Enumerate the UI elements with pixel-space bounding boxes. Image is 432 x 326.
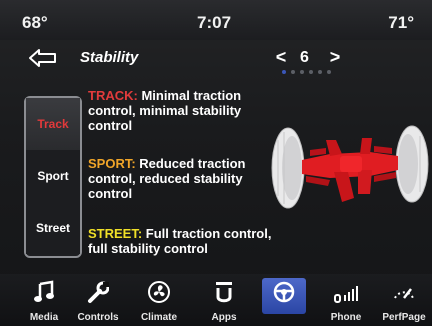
- wrench-icon: [72, 280, 124, 306]
- page-dot: [291, 70, 295, 74]
- street-description-label: STREET:: [88, 226, 143, 241]
- nav-label: PerfPage: [382, 312, 426, 323]
- drive-mode-selector: Track Sport Street: [24, 96, 82, 258]
- title-bar: Stability < 6 >: [0, 40, 432, 74]
- page-dot: [300, 70, 304, 74]
- track-mode-label: Track: [37, 117, 69, 131]
- nav-item-controls[interactable]: Controls: [72, 274, 124, 326]
- next-page-button[interactable]: >: [326, 48, 344, 68]
- street-mode-button[interactable]: Street: [26, 202, 80, 254]
- page-dot: [309, 70, 313, 74]
- sport-description: SPORT: Reduced traction control, reduced…: [88, 156, 273, 201]
- screen: 68° 7:07 71° Stability < 6 > Track Sport…: [0, 0, 432, 326]
- nav-item-stability[interactable]: [258, 274, 310, 326]
- sport-description-label: SPORT:: [88, 156, 136, 171]
- nav-label: Climate: [140, 312, 178, 323]
- track-description: TRACK: Minimal traction control, minimal…: [88, 88, 273, 133]
- nav-label: Controls: [77, 312, 119, 323]
- back-arrow-icon: [29, 49, 56, 67]
- right-temperature[interactable]: 71°: [388, 13, 414, 33]
- nav-item-apps[interactable]: Apps: [198, 274, 250, 326]
- performance-icon: [378, 280, 430, 306]
- page-number: 6: [300, 49, 309, 66]
- track-description-label: TRACK:: [88, 88, 138, 103]
- back-button[interactable]: [28, 48, 60, 68]
- nav-item-media[interactable]: Media: [18, 274, 70, 326]
- nav-label: Phone: [330, 312, 362, 323]
- page-dot: [282, 70, 286, 74]
- music-note-icon: [18, 280, 70, 306]
- axle-assembly: [302, 138, 398, 202]
- page-dot: [327, 70, 331, 74]
- clock: 7:07: [197, 13, 232, 32]
- nav-item-climate[interactable]: Climate: [133, 274, 185, 326]
- phone-signal-icon: [320, 280, 372, 306]
- nav-item-perfpage[interactable]: PerfPage: [378, 274, 430, 326]
- nav-item-phone[interactable]: Phone: [320, 274, 372, 326]
- right-wheel: [395, 125, 429, 203]
- apps-icon: [198, 280, 250, 306]
- page-indicator: [282, 70, 342, 74]
- track-mode-button[interactable]: Track: [26, 98, 80, 151]
- previous-page-button[interactable]: <: [272, 48, 290, 68]
- status-bar: 68° 7:07 71°: [0, 0, 432, 40]
- sport-mode-label: Sport: [37, 169, 69, 183]
- climate-fan-icon: [133, 280, 185, 306]
- street-description: STREET: Full traction control, full stab…: [88, 226, 273, 256]
- street-mode-label: Street: [35, 221, 70, 235]
- bottom-nav-bar: Media Controls Climate Apps Phone PerfPage: [0, 274, 432, 326]
- sport-mode-button[interactable]: Sport: [26, 150, 80, 203]
- page-dot: [318, 70, 322, 74]
- page-title: Stability: [80, 49, 139, 66]
- nav-label: Apps: [211, 312, 237, 323]
- steering-wheel-icon: [258, 280, 310, 306]
- left-wheel: [271, 127, 305, 209]
- nav-label: Media: [29, 312, 59, 323]
- chassis-graphic: [271, 125, 429, 209]
- left-temperature[interactable]: 68°: [22, 13, 48, 33]
